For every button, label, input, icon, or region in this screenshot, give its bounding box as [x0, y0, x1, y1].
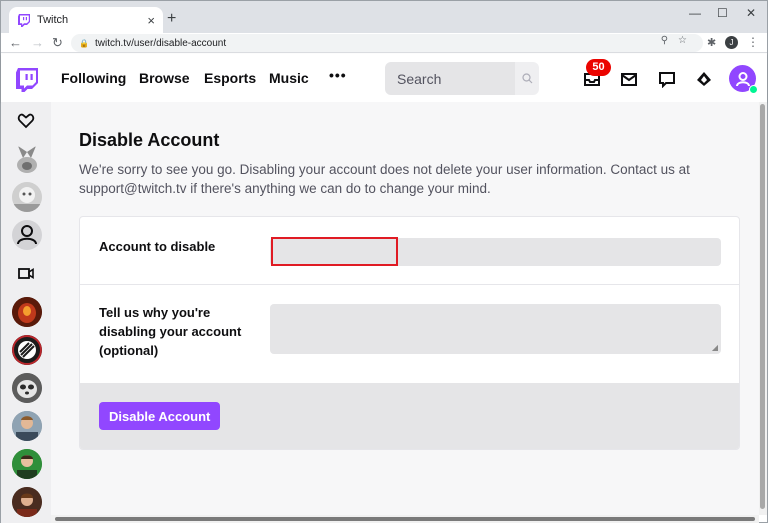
disable-account-form: Account to disable Tell us why you're di…	[79, 216, 740, 450]
main-content: Disable Account We're sorry to see you g…	[51, 102, 759, 515]
minimize-icon[interactable]: —	[689, 6, 701, 20]
user-icon	[735, 71, 750, 86]
account-row: Account to disable	[80, 217, 739, 285]
vertical-scrollbar[interactable]	[759, 102, 767, 515]
twitch-top-nav: Following Browse Esports Music ••• Searc…	[1, 54, 767, 102]
extensions-puzzle-icon[interactable]: ✱	[707, 36, 716, 49]
sidebar-channel-4[interactable]	[12, 297, 42, 327]
nav-music[interactable]: Music	[269, 70, 309, 86]
nav-following[interactable]: Following	[61, 70, 126, 86]
sidebar-channel-6[interactable]	[12, 373, 42, 403]
sidebar-channel-2[interactable]	[12, 182, 42, 212]
more-options-button[interactable]: •••	[329, 67, 347, 83]
camera-icon	[18, 268, 34, 279]
browser-profile-avatar[interactable]: J	[725, 36, 738, 49]
reason-label: Tell us why you're disabling your accoun…	[99, 305, 242, 358]
prime-crown-icon[interactable]	[695, 70, 713, 88]
horizontal-scroll-thumb[interactable]	[55, 517, 755, 521]
account-label: Account to disable	[99, 239, 216, 254]
nav-esports[interactable]: Esports	[204, 70, 256, 86]
channel-avatar-icon	[12, 297, 42, 327]
channel-avatar-icon	[12, 411, 42, 441]
sidebar-channel-9[interactable]	[12, 487, 42, 517]
address-bar[interactable]: 🔒 twitch.tv/user/disable-account	[71, 34, 703, 52]
browser-toolbar: ← → ↻ 🔒 twitch.tv/user/disable-account ⚲…	[1, 33, 767, 53]
twitch-favicon-icon	[18, 14, 30, 27]
page-description: We're sorry to see you go. Disabling you…	[79, 162, 690, 196]
reload-icon[interactable]: ↻	[52, 35, 63, 51]
tab-title: Twitch	[37, 14, 69, 26]
search-button[interactable]	[515, 62, 539, 95]
channel-avatar-icon	[17, 146, 37, 173]
tab-close-button[interactable]: ×	[147, 13, 155, 28]
reason-textarea[interactable]: ◢	[270, 304, 721, 354]
channel-avatar-icon	[12, 182, 42, 212]
maximize-icon[interactable]: ☐	[717, 6, 728, 20]
browser-window: Twitch × + — ☐ ✕ ← → ↻ 🔒 twitch.tv/user/…	[0, 0, 768, 523]
omnibox-actions: ⚲ ☆	[661, 35, 687, 46]
forward-arrow-icon[interactable]: →	[31, 35, 44, 50]
sidebar-channel-5[interactable]	[12, 335, 42, 365]
lock-icon: 🔒	[79, 38, 89, 48]
sidebar-channel-8[interactable]	[12, 449, 42, 479]
channel-avatar-icon	[12, 487, 42, 517]
sidebar-channel-1[interactable]	[12, 144, 42, 174]
search-icon	[521, 73, 532, 84]
whisper-icon[interactable]	[658, 70, 676, 88]
disable-account-button[interactable]: Disable Account	[99, 402, 221, 430]
online-status-dot	[749, 85, 758, 94]
url-text: twitch.tv/user/disable-account	[94, 37, 227, 49]
channel-avatar-icon	[12, 335, 42, 365]
channel-avatar-icon	[12, 373, 42, 403]
horizontal-scrollbar[interactable]	[51, 515, 759, 523]
vertical-scroll-thumb[interactable]	[760, 104, 765, 509]
sidebar-channel-7[interactable]	[12, 411, 42, 441]
heart-icon	[17, 113, 35, 129]
nav-browse[interactable]: Browse	[139, 70, 190, 86]
highlight-box	[271, 237, 398, 266]
notification-badge: 50	[586, 59, 611, 76]
bookmark-star-icon[interactable]: ☆	[678, 35, 687, 46]
browser-menu-icon[interactable]: ⋮	[747, 35, 759, 49]
form-footer: Disable Account	[80, 383, 739, 449]
back-arrow-icon[interactable]: ←	[9, 35, 22, 50]
twitch-logo-icon[interactable]	[15, 67, 39, 93]
channel-avatar-icon	[12, 449, 42, 479]
page-title: Disable Account	[79, 130, 220, 150]
browser-tab[interactable]: Twitch ×	[9, 7, 163, 33]
search-input[interactable]: Search	[385, 62, 515, 95]
new-tab-button[interactable]: +	[167, 10, 176, 28]
close-window-icon[interactable]: ✕	[746, 6, 756, 20]
followed-channels-sidebar	[1, 102, 51, 523]
sidebar-channel-3[interactable]	[12, 220, 42, 250]
tab-strip: Twitch × + — ☐ ✕	[1, 1, 767, 33]
default-user-icon	[17, 225, 37, 245]
resize-grip-icon[interactable]: ◢	[712, 343, 718, 352]
reason-row: Tell us why you're disabling your accoun…	[80, 285, 739, 383]
mail-icon[interactable]	[620, 70, 638, 88]
zoom-icon[interactable]: ⚲	[661, 35, 668, 46]
